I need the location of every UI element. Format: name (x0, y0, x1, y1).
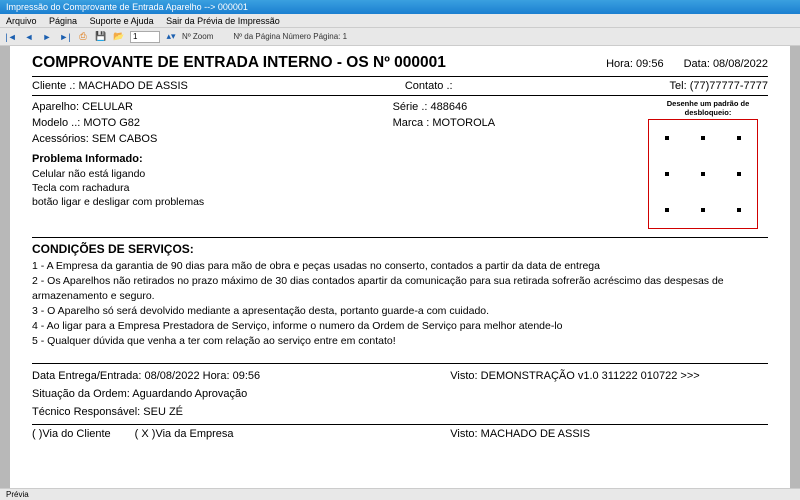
preview-canvas: COMPROVANTE DE ENTRADA INTERNO - OS Nº 0… (0, 46, 800, 488)
vias-row: ( )Via do Cliente ( X )Via da Empresa (32, 428, 420, 440)
conditions-title: CONDIÇÕES DE SERVIÇOS: (32, 242, 768, 256)
problema-line: Celular não está ligando (32, 167, 383, 181)
pattern-grid (648, 119, 758, 229)
menu-sair[interactable]: Sair da Prévia de Impressão (166, 16, 280, 26)
window-titlebar: Impressão do Comprovante de Entrada Apar… (0, 0, 800, 14)
toolbar: |◄ ◄ ► ►| ⎙ 💾 📂 ▴▾ Nº Zoom Nº da Página … (0, 28, 800, 46)
problema-line: botão ligar e desligar com problemas (32, 195, 383, 209)
print-icon[interactable]: ⎙ (76, 30, 90, 44)
problema-title: Problema Informado: (32, 153, 143, 165)
next-page-icon[interactable]: ► (40, 30, 54, 44)
device-col-mid: Série .: 488646 Marca : MOTOROLA (393, 99, 638, 229)
first-page-icon[interactable]: |◄ (4, 30, 18, 44)
doc-hora: Hora: 09:56 (606, 58, 664, 70)
document-page: COMPROVANTE DE ENTRADA INTERNO - OS Nº 0… (10, 46, 790, 488)
zoom-stepper-icon[interactable]: ▴▾ (164, 30, 178, 44)
doc-title: COMPROVANTE DE ENTRADA INTERNO - OS Nº 0… (32, 54, 446, 72)
problema-line: Tecla com rachadura (32, 181, 383, 195)
doc-data: Data: 08/08/2022 (684, 58, 768, 70)
unlock-pattern-box: Desenhe um padrão de desbloqueio: (648, 99, 768, 229)
open-icon[interactable]: 📂 (112, 30, 126, 44)
menu-suporte[interactable]: Suporte e Ajuda (90, 16, 154, 26)
visto-cliente: Visto: MACHADO DE ASSIS (450, 428, 768, 440)
zoom-input[interactable] (130, 31, 160, 43)
menu-pagina[interactable]: Página (49, 16, 77, 26)
status-text: Prévia (6, 490, 29, 499)
last-page-icon[interactable]: ►| (58, 30, 72, 44)
page-number-label: Nº da Página Número Página: 1 (233, 32, 347, 41)
cliente-field: Cliente .: MACHADO DE ASSIS (32, 80, 188, 92)
prev-page-icon[interactable]: ◄ (22, 30, 36, 44)
status-bar: Prévia (0, 488, 800, 500)
contato-field: Contato .: (405, 80, 453, 92)
conditions-list: 1 - A Empresa da garantia de 90 dias par… (32, 259, 768, 349)
menu-bar: Arquivo Página Suporte e Ajuda Sair da P… (0, 14, 800, 28)
footer-left: Data Entrega/Entrada: 08/08/2022 Hora: 0… (32, 367, 420, 421)
footer-right: Visto: DEMONSTRAÇÃO v1.0 311222 010722 >… (450, 367, 768, 421)
save-icon[interactable]: 💾 (94, 30, 108, 44)
window-title: Impressão do Comprovante de Entrada Apar… (6, 2, 248, 12)
device-col-left: Aparelho: CELULAR Modelo ..: MOTO G82 Ac… (32, 99, 383, 229)
menu-arquivo[interactable]: Arquivo (6, 16, 37, 26)
pattern-label: Desenhe um padrão de desbloqueio: (648, 99, 768, 117)
tel-field: Tel: (77)77777-7777 (670, 80, 768, 92)
zoom-label: Nº Zoom (182, 32, 213, 41)
